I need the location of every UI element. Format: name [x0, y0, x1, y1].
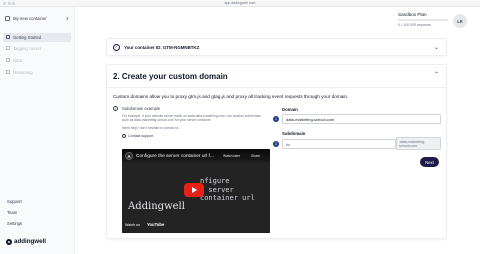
subdomain-input[interactable]: tkr — [282, 139, 396, 149]
subdomain-example-body: For example, if your website server traf… — [122, 114, 262, 123]
share-button[interactable]: Share — [251, 154, 260, 158]
support-link[interactable]: Support — [7, 199, 22, 204]
sidebar-item-label: Data — [13, 57, 22, 63]
sidebar-item-monitoring[interactable]: Monitoring — [3, 68, 71, 77]
subdomain-suffix: .data-marketing-school.com — [396, 137, 441, 150]
chevron-down-icon[interactable]: ⌄ — [434, 44, 439, 51]
container-icon — [5, 16, 10, 21]
watch-later-button[interactable]: Watch later — [223, 154, 240, 158]
contact-support-link[interactable]: Contact support — [113, 133, 263, 138]
container-selector[interactable]: My new container ⇕ — [5, 14, 69, 23]
next-button[interactable]: Next — [420, 157, 439, 167]
channel-avatar[interactable]: A — [125, 152, 133, 160]
server-icon — [6, 46, 10, 51]
info-icon: i — [113, 106, 118, 111]
data-icon — [6, 58, 10, 63]
step1-card[interactable]: ✓ Your container ID: GTM-NGMNBTKZ ⌄ — [106, 38, 447, 56]
play-icon — [192, 187, 197, 193]
step2-title: 2. Create your custom domain — [113, 72, 228, 81]
step-1-badge: 1 — [273, 116, 279, 122]
sidebar-item-getting-started[interactable]: Getting Started — [3, 33, 71, 42]
chart-icon — [6, 70, 10, 75]
sidebar-item-data[interactable]: Data — [3, 56, 71, 65]
help-text: Need help? don't hesitate to contact us — [122, 125, 179, 130]
home-icon — [6, 35, 10, 40]
plan-name: Sandbox Plan — [398, 12, 427, 17]
browser-bar: app.addingwell.com — [0, 0, 480, 7]
sidebar-item-tagging-server[interactable]: Tagging Server — [3, 44, 71, 53]
logo-icon: a — [6, 238, 12, 245]
logo-text: addingwell — [14, 238, 46, 245]
sidebar-item-label: Monitoring — [13, 69, 33, 75]
container-id-title: Your container ID: GTM-NGMNBTKZ — [124, 44, 200, 50]
domain-label: Domain — [282, 107, 298, 112]
check-circle-icon: ✓ — [113, 43, 120, 51]
play-button[interactable] — [184, 183, 204, 197]
divider — [107, 87, 446, 88]
step2-description: Custom domains allow you to proxy gtm.js… — [113, 94, 349, 99]
chevron-up-icon[interactable]: ⌃ — [434, 71, 439, 78]
video-overlay-text: e server container url — [200, 186, 255, 202]
chevron-updown-icon: ⇕ — [65, 16, 69, 21]
support-icon — [122, 133, 126, 138]
avatar[interactable]: LK — [453, 14, 467, 28]
contact-support-label: Contact support — [128, 133, 154, 138]
subdomain-label: Subdomain — [282, 131, 306, 136]
sidebar-item-label: Tagging Server — [13, 45, 42, 51]
watch-on-label: Watch on — [125, 223, 141, 227]
plan-usage: Sandbox Plan 0 / 100 000 requests — [398, 12, 448, 27]
team-link[interactable]: Team — [7, 210, 17, 215]
domain-input[interactable]: data-marketing-school.com — [282, 114, 441, 124]
step-2-badge: 2 — [273, 141, 279, 147]
video-overlay-text: nfigure — [200, 177, 230, 185]
subdomain-example-title: Subdomain example — [122, 106, 161, 111]
container-name: My new container — [13, 16, 47, 21]
sidebar: My new container ⇕ Getting Started Taggi… — [0, 7, 75, 254]
video-title[interactable]: Configure the server container url f... — [136, 154, 214, 159]
url-text[interactable]: app.addingwell.com — [0, 1, 480, 5]
video-brand-text: Addingwell — [128, 201, 185, 212]
usage-bar — [398, 19, 448, 21]
logo: a addingwell — [6, 238, 46, 245]
sidebar-item-label: Getting Started — [13, 34, 42, 40]
settings-link[interactable]: Settings — [7, 221, 22, 226]
step2-card: 2. Create your custom domain ⌃ Custom do… — [106, 64, 447, 239]
usage-count: 0 / 100 000 requests — [398, 23, 431, 27]
subdomain-example: i Subdomain example For example, if your… — [113, 106, 263, 138]
youtube-link[interactable]: YouTube — [147, 222, 164, 227]
video-player[interactable]: A Configure the server container url f..… — [122, 149, 270, 233]
